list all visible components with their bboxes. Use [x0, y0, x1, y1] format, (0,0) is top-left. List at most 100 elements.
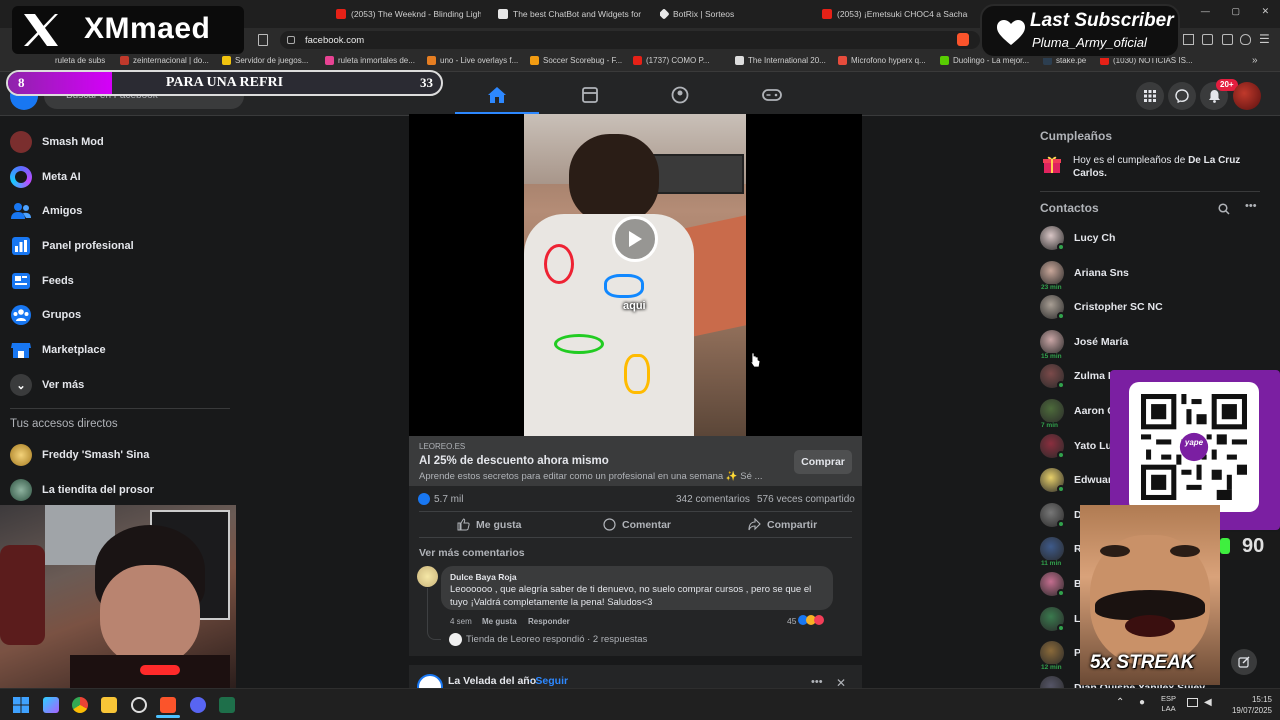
ad-description: Aprende estos secretos para editar como … — [419, 471, 763, 482]
contact-item[interactable]: Lucy Ch — [1040, 223, 1115, 253]
tray-chevron-icon[interactable]: ⌃ — [1116, 697, 1124, 708]
sidebar-toggle-icon[interactable] — [1183, 34, 1194, 45]
more-options-icon[interactable]: ••• — [811, 676, 823, 688]
file-explorer-icon[interactable] — [101, 697, 117, 713]
menu-icon[interactable]: ☰ — [1259, 32, 1270, 46]
contact-name: Yato Lu — [1074, 439, 1112, 452]
bookmark-item[interactable]: Servidor de juegos... — [222, 56, 308, 65]
vpn-icon[interactable] — [1240, 34, 1251, 45]
browser-tab[interactable]: BotRix | Sorteos — [660, 4, 805, 24]
bookmark-item[interactable]: ruleta de subs — [55, 56, 105, 65]
buy-button[interactable]: Comprar — [794, 450, 852, 474]
like-button[interactable]: Me gusta — [457, 518, 522, 531]
contact-item[interactable]: Cristopher SC NC — [1040, 292, 1163, 322]
comment-author[interactable]: Dulce Baya Roja — [450, 572, 517, 582]
contact-item[interactable]: Ly — [1040, 604, 1086, 634]
browser-tab[interactable]: (2053) ¡Emetsuki CHOC4 a Sachar — [822, 4, 968, 24]
contact-item[interactable]: B — [1040, 569, 1082, 599]
brave-shield-icon[interactable] — [957, 33, 969, 46]
windows-start-icon[interactable] — [13, 697, 29, 713]
contact-item[interactable]: Edwuard — [1040, 465, 1118, 495]
comment-like-link[interactable]: Me gusta — [482, 617, 517, 626]
comment-button[interactable]: Comentar — [603, 518, 671, 531]
follow-link[interactable]: · Seguir — [529, 675, 568, 687]
page-name[interactable]: La Velada del año — [448, 675, 536, 687]
bookmark-icon[interactable] — [258, 34, 268, 46]
contact-item[interactable]: 7 min Aaron G — [1040, 396, 1115, 429]
contact-item[interactable]: 15 min José María — [1040, 327, 1128, 360]
sidebar-item-amigos[interactable]: Amigos — [10, 196, 82, 226]
sidebar-item-meta-ai[interactable]: Meta AI — [10, 162, 81, 192]
home-icon[interactable] — [487, 86, 507, 104]
contact-item[interactable]: 23 min Ariana Sns — [1040, 258, 1129, 291]
microphone-icon[interactable]: ● — [1139, 697, 1145, 708]
bookmark-item[interactable]: zeinternacional | do... — [120, 56, 209, 65]
url-field[interactable]: facebook.com — [280, 31, 980, 49]
comment-reply-link[interactable]: Responder — [528, 617, 570, 626]
video-frame[interactable]: aqui — [524, 114, 746, 436]
birthday-text[interactable]: Hoy es el cumpleaños de De La Cruz Carlo… — [1073, 154, 1263, 180]
comment-time[interactable]: 4 sem — [450, 617, 472, 626]
bookmark-item[interactable]: Microfono hyperx q... — [838, 56, 926, 65]
sidebar-item-panel-profesional[interactable]: Panel profesional — [10, 231, 134, 261]
comment-count[interactable]: 342 comentarios — [676, 494, 750, 505]
new-message-button[interactable] — [1231, 649, 1257, 675]
groups-nav-icon[interactable] — [670, 86, 690, 104]
shortcuts-heading: Tus accesos directos — [10, 418, 118, 430]
contact-item[interactable]: Zulma K — [1040, 361, 1115, 391]
bookmark-item[interactable]: ruleta inmortales de... — [325, 56, 415, 65]
browser-tab[interactable]: The best ChatBot and Widgets for Ki — [498, 4, 643, 24]
comment-avatar[interactable] — [417, 566, 438, 587]
yape-brand: yape — [1184, 438, 1204, 447]
contact-item[interactable]: Yato Lu — [1040, 431, 1112, 461]
minimize-button[interactable]: — — [1201, 6, 1210, 22]
close-window-button[interactable]: ✕ — [1262, 6, 1270, 22]
more-bookmarks-icon[interactable]: » — [1252, 55, 1258, 66]
chrome-icon[interactable] — [72, 697, 88, 713]
bookmark-item[interactable]: (1737) COMO P... — [633, 56, 709, 65]
contact-item[interactable]: D — [1040, 500, 1082, 530]
clock[interactable]: 15:15 19/07/2025 — [1222, 694, 1272, 716]
leo-icon[interactable] — [1222, 34, 1233, 45]
share-button[interactable]: Compartir — [748, 518, 817, 531]
sidebar-item-ver-mas[interactable]: ⌄ Ver más — [10, 370, 84, 400]
wallet-icon[interactable] — [1202, 34, 1213, 45]
maximize-button[interactable]: ▢ — [1231, 6, 1240, 22]
copilot-icon[interactable] — [43, 697, 59, 713]
bookmark-item[interactable]: The International 20... — [735, 56, 826, 65]
browser-tab[interactable]: (2053) The Weeknd - Blinding Lights — [336, 4, 481, 24]
calculator-icon[interactable] — [219, 697, 235, 713]
search-icon[interactable] — [1218, 203, 1230, 215]
contacts-options-icon[interactable]: ••• — [1245, 200, 1257, 212]
brave-icon[interactable] — [160, 697, 176, 713]
profile-avatar[interactable] — [1233, 82, 1261, 110]
shortcut-item[interactable]: Freddy 'Smash' Sina — [10, 440, 149, 470]
messenger-button[interactable] — [1168, 82, 1196, 110]
contact-avatar: 15 min — [1040, 329, 1064, 360]
share-count[interactable]: 576 veces compartido — [757, 494, 855, 505]
volume-icon[interactable]: ◀ — [1204, 697, 1212, 708]
discord-icon[interactable] — [190, 697, 206, 713]
marketplace-nav-icon[interactable] — [580, 86, 600, 104]
shortcut-item[interactable]: La tiendita del prosor — [10, 475, 154, 505]
sidebar-item-smash-mod[interactable]: Smash Mod — [10, 127, 104, 157]
ad-domain: LEOREO.ES — [419, 442, 466, 451]
bookmark-item[interactable]: Soccer Scorebug - F... — [530, 56, 622, 65]
qr-card: yape — [1129, 382, 1259, 512]
obs-icon[interactable] — [131, 697, 147, 713]
replies-summary[interactable]: Tienda de Leoreo respondió · 2 respuesta… — [466, 634, 647, 645]
site-info-icon[interactable] — [287, 36, 295, 44]
bell-icon — [1208, 90, 1220, 103]
menu-grid-button[interactable] — [1136, 82, 1164, 110]
contact-item[interactable]: 11 min R — [1040, 534, 1082, 568]
reaction-count[interactable]: 5.7 mil — [434, 494, 463, 505]
bookmark-item[interactable]: uno - Live overlays f... — [427, 56, 518, 65]
play-button[interactable] — [612, 216, 658, 262]
more-comments-link[interactable]: Ver más comentarios — [419, 547, 525, 559]
sidebar-item-marketplace[interactable]: Marketplace — [10, 335, 106, 365]
language-indicator[interactable]: ESP LAA — [1161, 694, 1176, 714]
sidebar-item-feeds[interactable]: Feeds — [10, 266, 74, 296]
network-icon[interactable] — [1187, 698, 1198, 707]
sidebar-item-grupos[interactable]: Grupos — [10, 300, 81, 330]
gaming-nav-icon[interactable] — [762, 86, 782, 104]
